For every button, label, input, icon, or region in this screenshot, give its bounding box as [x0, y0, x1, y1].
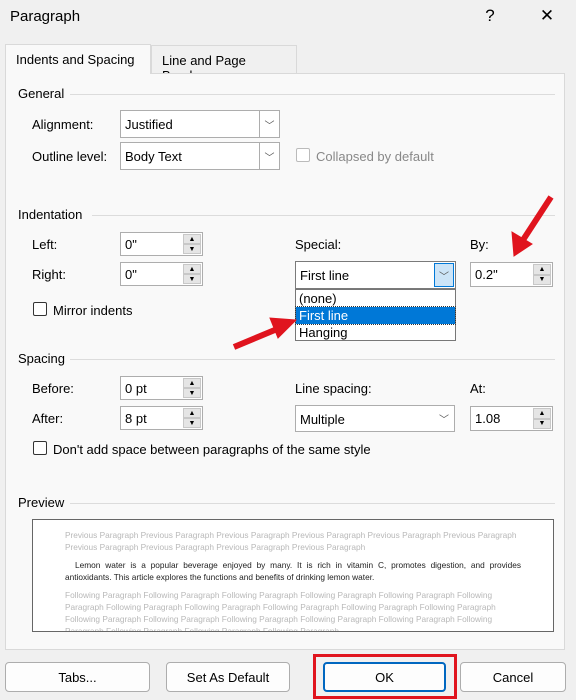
arrow-head-icon	[269, 317, 298, 339]
tab-indents-and-spacing[interactable]: Indents and Spacing	[5, 44, 151, 74]
arrow-to-by	[520, 195, 554, 242]
annotation-arrows	[232, 195, 554, 350]
